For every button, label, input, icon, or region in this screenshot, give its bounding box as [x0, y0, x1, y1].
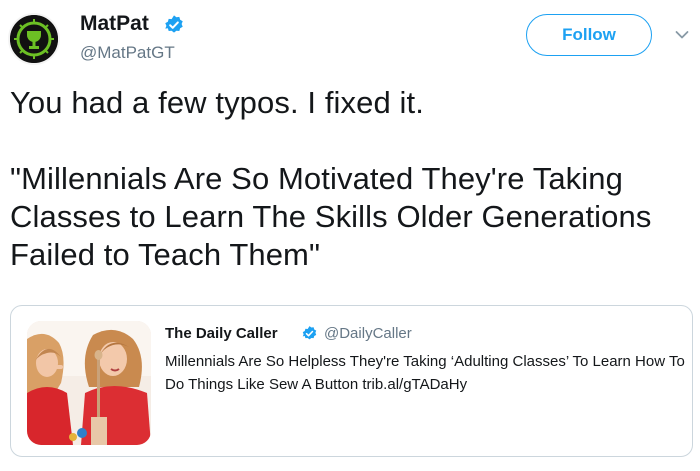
verified-badge-icon: [302, 326, 317, 340]
quoted-tweet-text: Millennials Are So Helpless They're Taki…: [165, 353, 685, 393]
tweet-text: You had a few typos. I fixed it. "Millen…: [10, 84, 690, 274]
tweet-text-line-1: You had a few typos. I fixed it.: [10, 85, 424, 120]
display-name[interactable]: MatPat: [80, 12, 149, 36]
chevron-down-icon[interactable]: [675, 30, 689, 40]
follow-button[interactable]: Follow: [526, 14, 652, 56]
verified-badge-icon: [165, 15, 183, 33]
user-handle[interactable]: @MatPatGT: [80, 43, 175, 63]
quoted-author-name[interactable]: The Daily Caller: [165, 325, 278, 342]
avatar[interactable]: [8, 13, 60, 65]
quoted-tweet-image: [27, 321, 151, 445]
quoted-tweet-card[interactable]: The Daily Caller @DailyCaller Millennial…: [10, 305, 693, 457]
quoted-author-handle[interactable]: @DailyCaller: [324, 325, 412, 342]
tweet-text-quote: "Millennials Are So Motivated They're Ta…: [10, 161, 652, 272]
game-theory-logo-icon: [10, 15, 58, 63]
